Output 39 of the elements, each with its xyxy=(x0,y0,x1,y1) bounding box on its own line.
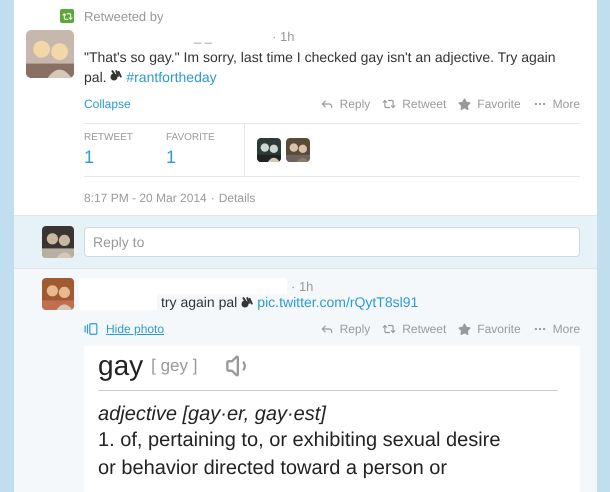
retweeted-by-label: Retweeted by xyxy=(84,9,164,24)
tweet-timestamp: 8:17 PM - 20 Mar 2014 xyxy=(84,191,207,205)
stat-label: RETWEET xyxy=(84,132,134,143)
more-button[interactable]: More xyxy=(532,97,580,111)
reply-button[interactable]: Reply xyxy=(320,322,370,336)
retweet-icon xyxy=(382,97,396,111)
user-name: _ _ xyxy=(194,28,212,44)
dictionary-word: gay xyxy=(98,350,144,382)
tweet-time: · 1h xyxy=(291,278,314,294)
tweet-time: · 1h xyxy=(272,28,294,44)
tweet-text: try again pal xyxy=(161,294,238,310)
retweet-button[interactable]: Retweet xyxy=(382,322,446,336)
stat-label: FAVORITE xyxy=(166,132,216,143)
star-icon xyxy=(458,322,472,336)
ok-hand-icon xyxy=(110,69,122,82)
photo-link[interactable]: pic.twitter.com/rQytT8sl91 xyxy=(257,294,418,310)
hashtag-link[interactable]: #rantfortheday xyxy=(126,69,217,85)
retweet-button[interactable]: Retweet xyxy=(382,97,446,111)
definition-line: or behavior directed toward a person or xyxy=(98,456,448,481)
ok-hand-icon xyxy=(241,296,254,308)
reply-button[interactable]: Reply xyxy=(320,97,370,111)
favorite-button[interactable]: Favorite xyxy=(458,97,521,111)
pronunciation: [ gey ] xyxy=(151,356,198,376)
retweet-icon xyxy=(382,322,396,336)
reply-field[interactable]: Reply to xyxy=(84,227,580,257)
photo-icon xyxy=(84,322,98,336)
retweet-icon xyxy=(60,9,74,23)
more-button[interactable]: More xyxy=(532,322,580,336)
tweet-text: "That's so gay." Im sorry, last time I checked gay isn't an adjective. Try again pal. #rantfortheday xyxy=(84,48,557,87)
definition-line: 1. of, pertaining to, or exhibiting sexual desire xyxy=(98,428,502,453)
part-of-speech: adjective [gay·er, gay·est] xyxy=(98,403,328,426)
collapse-link[interactable]: Collapse xyxy=(84,97,131,111)
star-icon xyxy=(458,98,472,110)
stat-count[interactable]: 1 xyxy=(84,147,136,168)
hide-photo-link[interactable]: Hide photo xyxy=(106,322,164,336)
separator-dot: · xyxy=(210,191,215,205)
favorite-button[interactable]: Favorite xyxy=(458,322,521,336)
details-link[interactable]: Details xyxy=(218,191,256,205)
stat-count[interactable]: 1 xyxy=(166,147,218,168)
